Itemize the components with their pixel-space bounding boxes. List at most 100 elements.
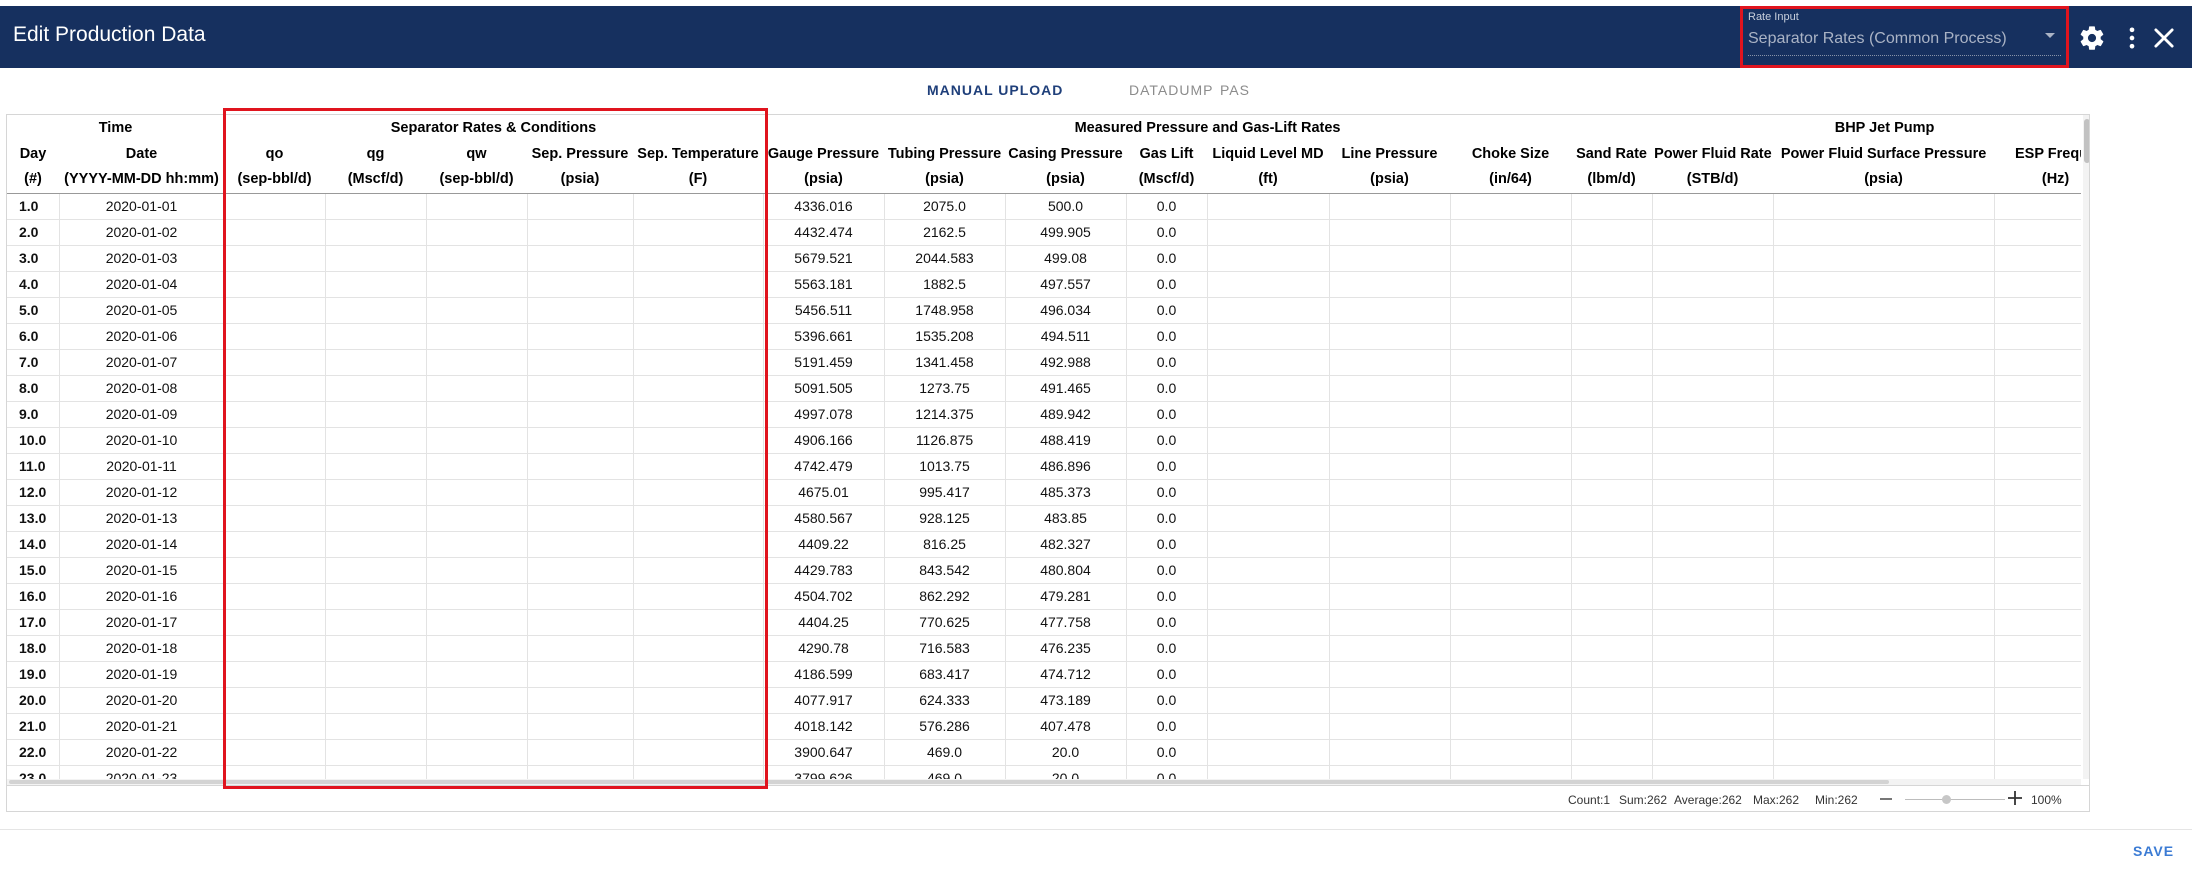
grid-cell[interactable]: 494.511 [1005,323,1127,350]
grid-cell[interactable] [1329,297,1451,324]
grid-cell[interactable]: 4742.479 [763,453,885,480]
grid-cell[interactable]: 1341.458 [884,349,1006,376]
grid-cell[interactable] [325,557,427,584]
grid-cell[interactable]: 2075.0 [884,193,1006,220]
grid-cell[interactable] [527,765,634,779]
grid-cell[interactable] [1207,531,1330,558]
grid-cell[interactable] [1571,635,1653,662]
grid-cell[interactable] [527,713,634,740]
grid-cell[interactable]: 2020-01-11 [59,453,225,480]
grid-cell[interactable] [325,713,427,740]
grid-cell[interactable] [1652,687,1774,714]
grid-cell[interactable]: 20.0 [1005,739,1127,766]
grid-cell[interactable]: 1882.5 [884,271,1006,298]
grid-cell[interactable] [1652,297,1774,324]
grid-cell[interactable] [527,453,634,480]
grid-cell[interactable]: 5191.459 [763,349,885,376]
grid-cell[interactable] [1571,401,1653,428]
grid-cell[interactable] [325,193,427,220]
tab-manual-upload[interactable]: MANUAL UPLOAD [927,82,1063,98]
grid-cell[interactable]: 0.0 [1126,297,1208,324]
grid-cell[interactable]: 477.758 [1005,609,1127,636]
grid-cell[interactable] [1329,323,1451,350]
grid-cell[interactable]: 499.905 [1005,219,1127,246]
grid-cell[interactable] [1329,375,1451,402]
grid-cell[interactable] [1773,609,1995,636]
grid-cell[interactable] [1773,531,1995,558]
grid-cell[interactable] [1450,687,1572,714]
grid-cell[interactable] [527,401,634,428]
grid-cell[interactable] [1571,453,1653,480]
column-header[interactable]: Sep. Temperature [633,141,763,167]
grid-cell[interactable]: 1535.208 [884,323,1006,350]
grid-cell[interactable]: 1214.375 [884,401,1006,428]
grid-cell[interactable]: 2020-01-19 [59,661,225,688]
grid-cell[interactable]: 4429.783 [763,557,885,584]
horizontal-scroll-thumb[interactable] [9,780,1889,784]
grid-cell[interactable] [224,271,326,298]
grid-cell[interactable] [1329,583,1451,610]
gear-icon[interactable] [2078,24,2106,52]
day-cell[interactable]: 16.0 [7,583,60,610]
grid-cell[interactable]: 483.85 [1005,505,1127,532]
grid-cell[interactable]: 2020-01-16 [59,583,225,610]
grid-cell[interactable] [1329,453,1451,480]
grid-cell[interactable] [1652,557,1774,584]
grid-cell[interactable]: 407.478 [1005,713,1127,740]
grid-cell[interactable]: 995.417 [884,479,1006,506]
grid-cell[interactable] [633,453,764,480]
grid-cell[interactable] [1773,297,1995,324]
grid-cell[interactable] [1450,583,1572,610]
grid-cell[interactable]: 4290.78 [763,635,885,662]
grid-cell[interactable] [527,505,634,532]
grid-cell[interactable] [224,609,326,636]
save-button[interactable]: SAVE [2133,843,2174,859]
grid-cell[interactable] [1571,479,1653,506]
grid-cell[interactable] [1207,765,1330,779]
grid-cell[interactable] [1450,401,1572,428]
grid-cell[interactable] [527,609,634,636]
grid-cell[interactable] [1652,245,1774,272]
grid-cell[interactable] [224,349,326,376]
grid-cell[interactable]: 496.034 [1005,297,1127,324]
grid-cell[interactable] [1571,375,1653,402]
horizontal-scrollbar[interactable] [7,779,2081,785]
grid-cell[interactable]: 4404.25 [763,609,885,636]
grid-cell[interactable]: 862.292 [884,583,1006,610]
grid-cell[interactable] [1207,661,1330,688]
grid-cell[interactable] [426,531,528,558]
grid-cell[interactable] [1571,349,1653,376]
grid-cell[interactable] [1329,245,1451,272]
grid-cell[interactable] [426,765,528,779]
grid-cell[interactable] [1329,687,1451,714]
grid-cell[interactable] [1207,193,1330,220]
grid-cell[interactable] [1994,635,2081,662]
grid-cell[interactable] [633,557,764,584]
column-header[interactable]: Line Pressure [1329,141,1450,167]
more-vert-icon[interactable] [2118,24,2146,52]
grid-cell[interactable] [325,505,427,532]
day-cell[interactable]: 18.0 [7,635,60,662]
grid-cell[interactable] [1450,349,1572,376]
grid-cell[interactable] [224,661,326,688]
grid-cell[interactable] [1450,427,1572,454]
grid-cell[interactable] [527,245,634,272]
grid-cell[interactable] [527,219,634,246]
column-header[interactable]: Gauge Pressure [763,141,884,167]
day-cell[interactable]: 14.0 [7,531,60,558]
grid-cell[interactable] [527,557,634,584]
grid-cell[interactable] [1994,479,2081,506]
day-cell[interactable]: 3.0 [7,245,60,272]
close-icon[interactable] [2150,24,2178,52]
grid-cell[interactable] [325,297,427,324]
grid-cell[interactable] [1571,739,1653,766]
grid-cell[interactable] [527,271,634,298]
grid-cell[interactable] [1207,427,1330,454]
grid-cell[interactable] [1329,635,1451,662]
grid-cell[interactable]: 491.465 [1005,375,1127,402]
grid-cell[interactable] [633,739,764,766]
grid-cell[interactable] [1450,557,1572,584]
grid-cell[interactable]: 1013.75 [884,453,1006,480]
grid-cell[interactable] [1450,193,1572,220]
grid-cell[interactable]: 5091.505 [763,375,885,402]
